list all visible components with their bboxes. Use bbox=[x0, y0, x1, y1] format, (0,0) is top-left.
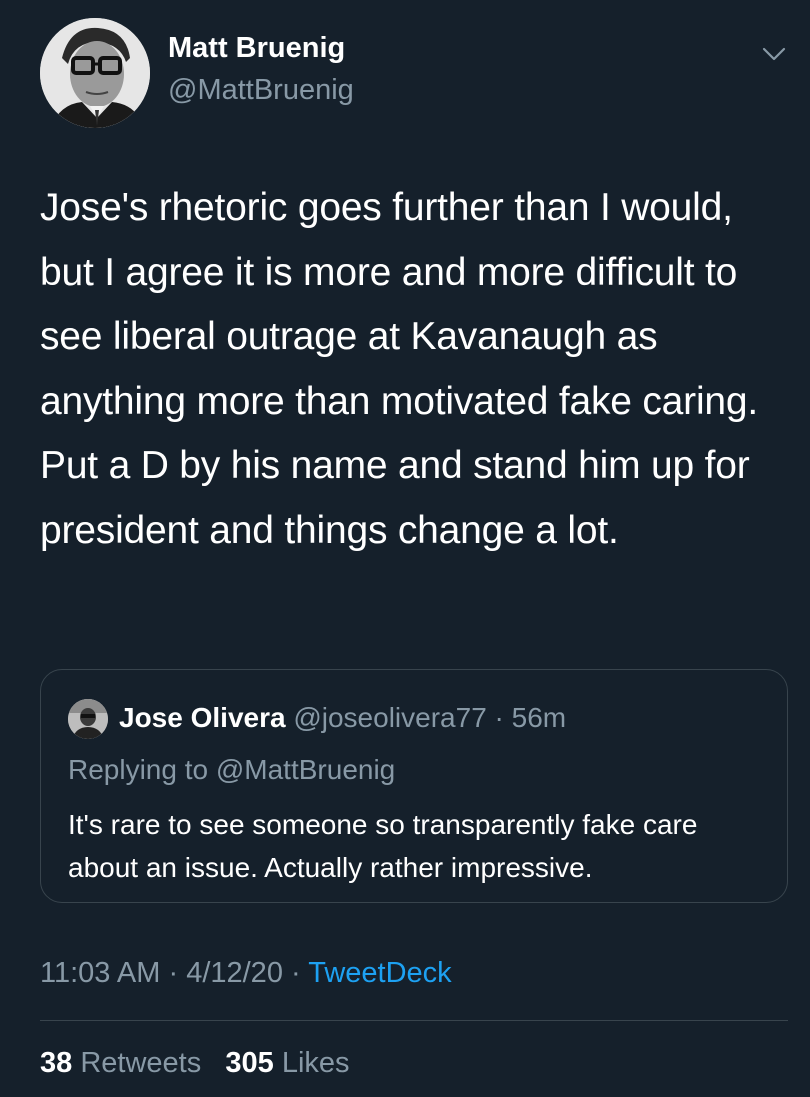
quoted-author-handle[interactable]: @joseolivera77 bbox=[293, 702, 486, 733]
author-display-name[interactable]: Matt Bruenig bbox=[168, 30, 354, 66]
meta-separator: · bbox=[291, 957, 301, 989]
profile-photo-icon bbox=[40, 18, 150, 128]
divider bbox=[40, 1020, 788, 1021]
profile-photo-icon bbox=[68, 699, 108, 739]
quoted-author-display-name[interactable]: Jose Olivera bbox=[119, 702, 286, 733]
tweet-detail: Matt Bruenig @MattBruenig Jose's rhetori… bbox=[0, 0, 810, 1097]
tweet-time[interactable]: 11:03 AM bbox=[40, 957, 160, 989]
retweets-count: 38 bbox=[40, 1047, 73, 1079]
tweet-text: Jose's rhetoric goes further than I woul… bbox=[40, 186, 759, 552]
quoted-tweet-header: Jose Olivera @joseolivera77 · 56m bbox=[119, 700, 566, 736]
likes-count: 305 bbox=[225, 1047, 274, 1079]
quoted-separator: · bbox=[494, 702, 504, 733]
likes-label: Likes bbox=[281, 1047, 350, 1079]
tweet-menu-button[interactable] bbox=[758, 38, 790, 70]
quoted-tweet-card[interactable]: Jose Olivera @joseolivera77 · 56m Replyi… bbox=[40, 669, 788, 903]
author-block: Matt Bruenig @MattBruenig bbox=[168, 30, 354, 108]
author-handle[interactable]: @MattBruenig bbox=[168, 72, 354, 108]
meta-separator: · bbox=[168, 957, 179, 989]
likes-stat[interactable]: 305 Likes bbox=[225, 1047, 349, 1079]
quoted-tweet-text: It's rare to see someone so transparentl… bbox=[68, 809, 698, 883]
quoted-author-avatar[interactable] bbox=[68, 699, 108, 739]
tweet-stats: 38 Retweets 305 Likes bbox=[40, 1045, 350, 1081]
quoted-timestamp[interactable]: 56m bbox=[512, 702, 566, 733]
retweets-label: Retweets bbox=[80, 1047, 202, 1079]
author-avatar[interactable] bbox=[40, 18, 150, 128]
tweet-date[interactable]: 4/12/20 bbox=[186, 957, 283, 989]
chevron-down-icon bbox=[762, 47, 786, 61]
retweets-stat[interactable]: 38 Retweets bbox=[40, 1047, 209, 1079]
tweet-metadata: 11:03 AM · 4/12/20 · TweetDeck bbox=[40, 955, 452, 991]
quoted-replying-to: Replying to @MattBruenig bbox=[68, 754, 396, 785]
tweet-source-link[interactable]: TweetDeck bbox=[308, 957, 451, 989]
